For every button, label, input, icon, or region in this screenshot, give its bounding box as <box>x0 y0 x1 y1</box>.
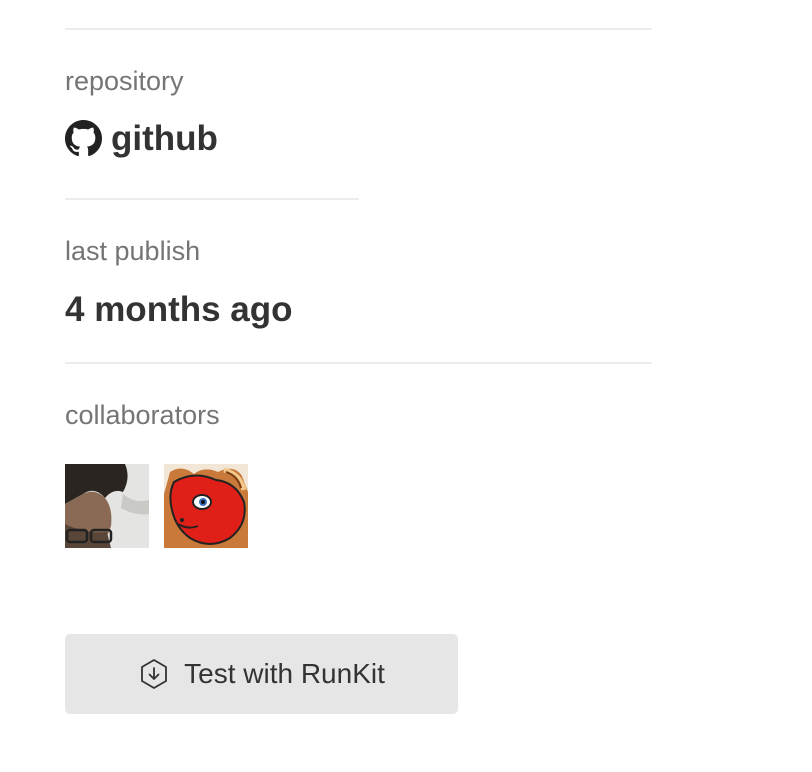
repository-label: repository <box>65 66 184 96</box>
collaborators-label: collaborators <box>65 400 220 430</box>
github-icon <box>65 120 102 157</box>
last-publish-value: 4 months ago <box>65 290 293 329</box>
divider <box>65 362 652 364</box>
collaborator-avatar-2[interactable] <box>164 464 248 548</box>
test-with-runkit-button[interactable]: Test with RunKit <box>65 634 458 714</box>
collaborator-avatar-1[interactable] <box>65 464 149 548</box>
divider <box>65 28 652 30</box>
package-sidebar: repository github last publish 4 months … <box>0 0 812 772</box>
repository-link-text: github <box>111 119 218 158</box>
last-publish-label: last publish <box>65 236 201 266</box>
runkit-button-label: Test with RunKit <box>184 658 385 689</box>
divider <box>65 198 359 200</box>
repository-value: github <box>65 120 218 157</box>
repository-link[interactable]: github <box>65 120 218 157</box>
collaborators-list <box>65 464 248 548</box>
download-hexagon-icon <box>138 658 170 690</box>
